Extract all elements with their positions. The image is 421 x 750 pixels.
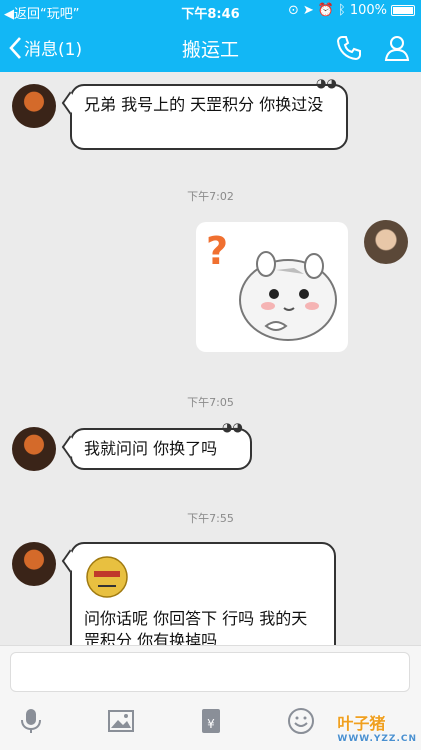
input-area: ¥ 叶子猪 WWW.YZZ.CN xyxy=(0,645,421,750)
timestamp: 下午7:02 xyxy=(187,190,234,203)
image-icon[interactable] xyxy=(106,706,136,736)
microphone-icon[interactable] xyxy=(16,706,46,736)
avatar[interactable] xyxy=(12,542,56,586)
avatar[interactable] xyxy=(12,84,56,128)
bluetooth-icon: ᛒ xyxy=(338,3,346,18)
chat-area[interactable]: 兄弟 我号上的 天罡积分 你换过没 ◕◕ 下午7:02 ? 下午7:05 我就问… xyxy=(0,72,421,645)
message-bubble[interactable]: 问你话呢 你回答下 行吗 我的天罡积分 你有换掉吗 xyxy=(70,542,336,645)
emoji-icon[interactable] xyxy=(286,706,316,736)
message-bubble[interactable]: 兄弟 我号上的 天罡积分 你换过没 xyxy=(70,84,348,150)
watermark-url: WWW.YZZ.CN xyxy=(337,734,417,744)
lock-rotation-icon: ⊙ xyxy=(288,3,299,18)
message-bubble[interactable]: 我就问问 你换了吗 xyxy=(70,428,252,470)
hamster-sticker[interactable]: ? xyxy=(196,222,348,352)
timestamp: 下午7:55 xyxy=(187,512,234,525)
emoji-sticker xyxy=(84,554,130,600)
avatar[interactable] xyxy=(364,220,408,264)
svg-text:?: ? xyxy=(206,229,228,273)
message-text: 我就问问 你换了吗 xyxy=(84,439,218,458)
battery-icon xyxy=(391,5,415,16)
location-icon: ➤ xyxy=(302,3,314,18)
watermark-brand: 叶子猪 xyxy=(337,714,386,733)
alarm-icon: ⏰ xyxy=(317,3,335,18)
red-packet-icon[interactable]: ¥ xyxy=(196,706,226,736)
angry-face-emoji-icon xyxy=(86,556,128,598)
timestamp: 下午7:05 xyxy=(187,396,234,409)
bubble-face-decoration-icon: ◕◕ xyxy=(222,420,243,434)
message-text: 问你话呢 你回答下 行吗 我的天罡积分 你有换掉吗 xyxy=(84,609,308,645)
phone-icon[interactable] xyxy=(334,33,364,63)
profile-icon[interactable] xyxy=(382,33,412,63)
status-bar: ◀返回“玩吧” 下午8:46 ⊙ ➤ ⏰ ᛒ 100% xyxy=(0,0,421,22)
hamster-sticker-image: ? xyxy=(206,229,337,341)
site-watermark: 叶子猪 WWW.YZZ.CN xyxy=(337,710,417,744)
status-right-group: ⊙ ➤ ⏰ ᛒ 100% xyxy=(288,3,415,18)
nav-bar: 消息(1) 搬运工 xyxy=(0,22,421,72)
svg-text:¥: ¥ xyxy=(207,717,215,731)
bubble-face-decoration-icon: ◕◕ xyxy=(316,76,337,90)
message-text: 兄弟 我号上的 天罡积分 你换过没 xyxy=(84,95,324,114)
message-input[interactable] xyxy=(10,652,410,692)
battery-percent: 100% xyxy=(349,3,387,18)
avatar[interactable] xyxy=(12,427,56,471)
